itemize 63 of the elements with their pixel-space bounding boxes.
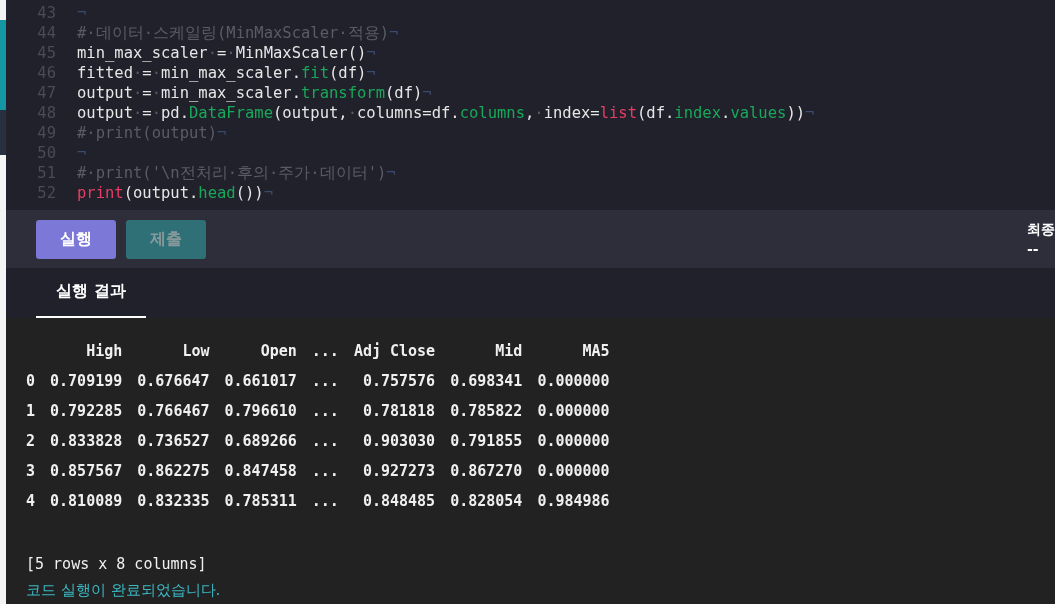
table-cell: 0.766467 bbox=[122, 396, 210, 426]
table-cell-text: 0.785311 bbox=[223, 491, 297, 512]
row-index: 1 bbox=[26, 401, 36, 422]
row-index: 4 bbox=[26, 491, 36, 512]
table-cell-text: 0.757576 bbox=[361, 371, 436, 392]
table-cell: 0.000000 bbox=[522, 366, 610, 396]
table-cell: 0.000000 bbox=[522, 426, 610, 456]
table-cell-text: 0.847458 bbox=[223, 461, 297, 482]
table-cell: ... bbox=[296, 486, 339, 516]
status-message: 코드 실행이 완료되었습니다. bbox=[26, 580, 222, 601]
table-cell: 0.862275 bbox=[122, 456, 210, 486]
table-cell: 0.000000 bbox=[522, 396, 610, 426]
table-cell-text: 0.833828 bbox=[49, 431, 123, 452]
table-cell: 0.984986 bbox=[522, 486, 610, 516]
code-line: output·=·min_max_scaler.transform(df)¬ bbox=[77, 83, 432, 103]
code-line: #·print('\n전처리·후의·주가·데이터')¬ bbox=[77, 163, 396, 183]
row-index: 3 bbox=[26, 461, 36, 482]
table-cell: 0.810089 bbox=[35, 486, 123, 516]
column-header: High bbox=[85, 341, 123, 362]
table-cell-text: 0.828054 bbox=[449, 491, 523, 512]
table-cell-text: ... bbox=[310, 401, 339, 422]
table-cell: 0.736527 bbox=[122, 426, 210, 456]
column-header: Open bbox=[209, 336, 297, 366]
table-cell: 0.857567 bbox=[35, 456, 123, 486]
column-header: ... bbox=[310, 341, 339, 362]
table-cell: 0.832335 bbox=[122, 486, 210, 516]
table-cell-text: 0.903030 bbox=[361, 431, 436, 452]
table-cell-text: ... bbox=[310, 461, 339, 482]
table-cell-text: ... bbox=[310, 431, 339, 452]
code-line: ¬ bbox=[77, 143, 87, 163]
table-cell: 0.867270 bbox=[435, 456, 523, 486]
final-label: 최종 bbox=[1027, 220, 1055, 239]
table-cell: 0.000000 bbox=[522, 456, 610, 486]
row-index: 2 bbox=[26, 431, 36, 452]
table-cell: 0.791855 bbox=[435, 426, 523, 456]
table-cell: 0.698341 bbox=[435, 366, 523, 396]
table-cell-text: 0.927273 bbox=[361, 461, 436, 482]
output-tab[interactable]: 실행 결과 bbox=[36, 268, 146, 318]
table-cell-text: ... bbox=[310, 371, 339, 392]
table-cell-text: 0.661017 bbox=[223, 371, 297, 392]
code-line: fitted·=·min_max_scaler.fit(df)¬ bbox=[77, 63, 376, 83]
code-line: #·데이터·스케일링(MinMaxScaler·적용)¬ bbox=[77, 23, 399, 43]
table-cell: 0.676647 bbox=[122, 366, 210, 396]
table-cell: 0.785822 bbox=[435, 396, 523, 426]
column-header: MA5 bbox=[522, 336, 610, 366]
table-cell: 0.709199 bbox=[35, 366, 123, 396]
code-line: output·=·pd.DataFrame(output,·columns=df.columns,·index=list(df.index.values))¬ bbox=[77, 103, 815, 123]
table-cell-text: 0.689266 bbox=[223, 431, 297, 452]
code-line: #·print(output)¬ bbox=[77, 123, 227, 143]
column-header: Low bbox=[122, 336, 210, 366]
code-line: print(output.head())¬ bbox=[77, 183, 273, 203]
table-cell: 0.792285 bbox=[35, 396, 123, 426]
table-cell-text: 0.781818 bbox=[361, 401, 436, 422]
summary-text: [5 rows x 8 columns] bbox=[26, 554, 208, 575]
table-cell-text: 0.796610 bbox=[223, 401, 297, 422]
run-button[interactable]: 실행 bbox=[36, 219, 116, 259]
column-header: Mid bbox=[435, 336, 523, 366]
row-index: 0 bbox=[26, 371, 36, 392]
code-line: min_max_scaler·=·MinMaxScaler()¬ bbox=[77, 43, 376, 63]
table-cell-text: 0.848485 bbox=[361, 491, 436, 512]
code-line: ¬ bbox=[77, 3, 87, 23]
final-value: -- bbox=[1027, 240, 1040, 259]
column-header: Adj Close bbox=[352, 341, 436, 362]
